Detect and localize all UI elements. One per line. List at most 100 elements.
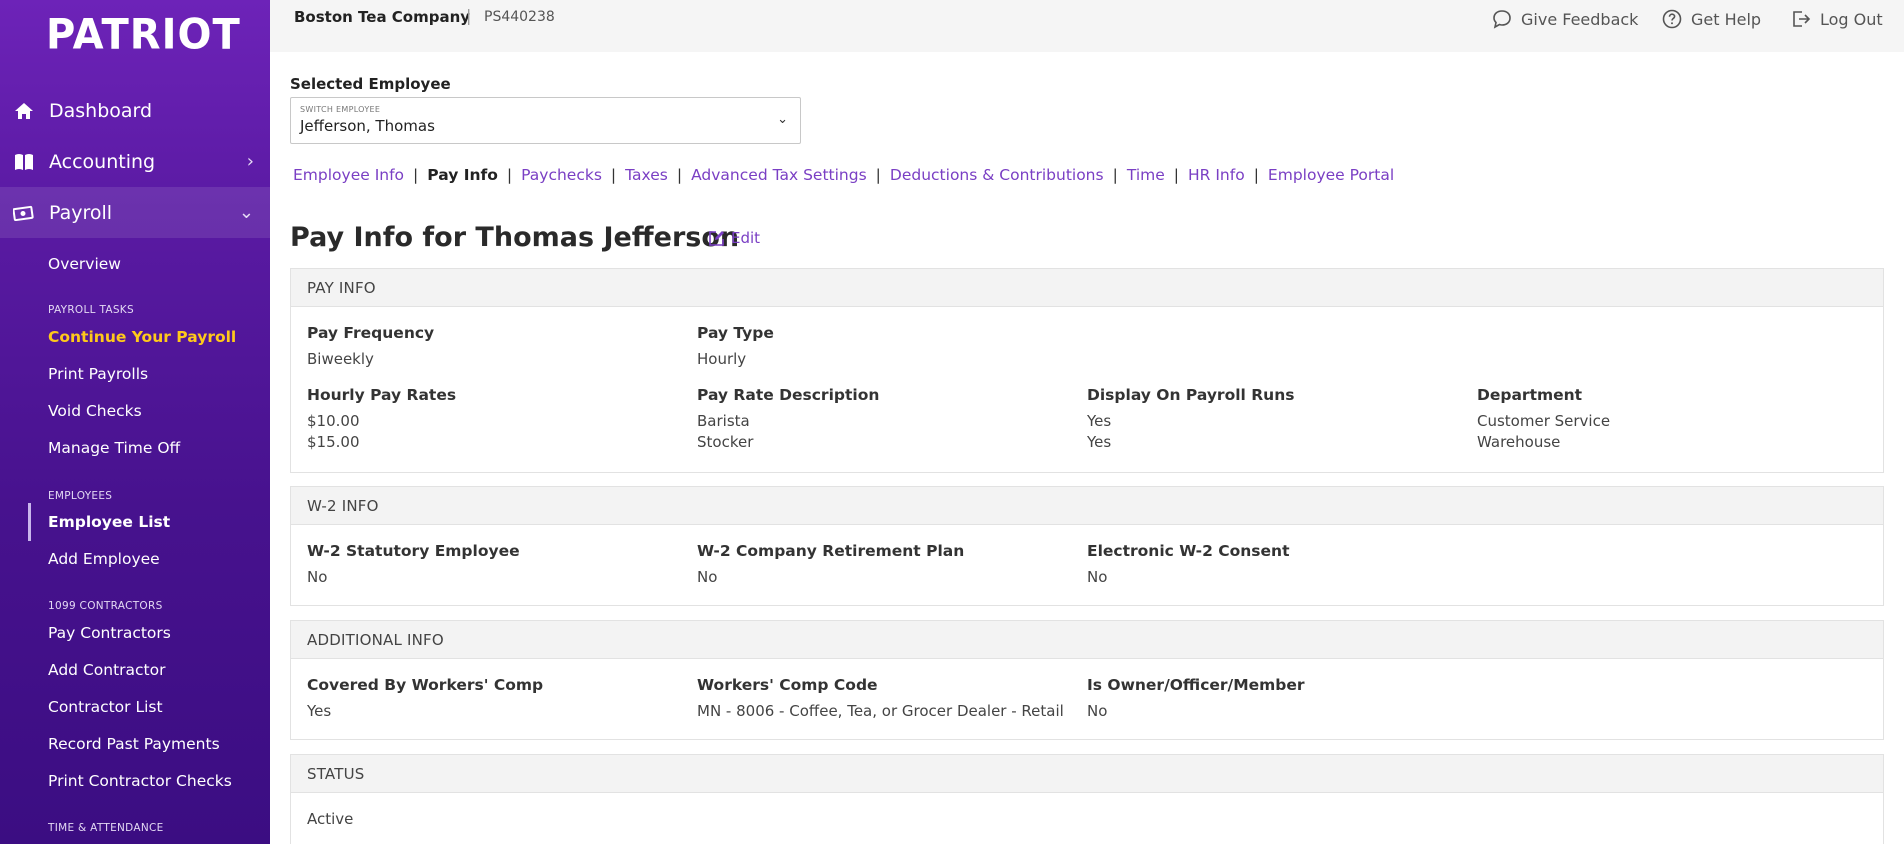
edit-button[interactable]: Edit: [708, 229, 760, 247]
nav-print-payrolls[interactable]: Print Payrolls: [48, 365, 148, 383]
tab-hr-info[interactable]: HR Info: [1188, 166, 1245, 184]
switch-employee-select[interactable]: SWITCH EMPLOYEE Jefferson, Thomas ⌄: [290, 97, 801, 144]
sidebar: PATRIOT Dashboard Accounting › Payroll ⌄…: [0, 0, 270, 844]
pay-rate-description-values: Barista Stocker: [697, 411, 879, 453]
pay-rate-description-value: Stocker: [697, 433, 754, 451]
nav-add-contractor[interactable]: Add Contractor: [48, 661, 165, 679]
log-out-label: Log Out: [1820, 9, 1883, 29]
owner-officer-field: Is Owner/Officer/Member No: [1087, 676, 1305, 722]
nav-dashboard-label: Dashboard: [49, 99, 153, 122]
workers-comp-label: Covered By Workers' Comp: [307, 676, 544, 694]
pay-info-header: PAY INFO: [291, 269, 1883, 307]
employee-tabs: Employee Info | Pay Info | Paychecks | T…: [293, 166, 1394, 184]
department-field: Department Customer Service Warehouse: [1477, 386, 1610, 453]
nav-contractor-list[interactable]: Contractor List: [48, 698, 163, 716]
owner-officer-value: No: [1087, 702, 1108, 720]
company-id: PS440238: [484, 9, 555, 25]
nav-add-employee[interactable]: Add Employee: [48, 550, 160, 568]
workers-comp-field: Covered By Workers' Comp Yes: [307, 676, 543, 722]
nav-payroll-label: Payroll: [49, 201, 113, 224]
patriot-logo[interactable]: PATRIOT: [46, 11, 241, 59]
tab-deductions-contributions[interactable]: Deductions & Contributions: [890, 166, 1104, 184]
nav-dashboard[interactable]: Dashboard: [0, 85, 270, 136]
pay-info-card: PAY INFO Pay Frequency Biweekly Pay Type…: [290, 268, 1884, 473]
switch-employee-value: Jefferson, Thomas: [300, 117, 435, 135]
additional-info-header: ADDITIONAL INFO: [291, 621, 1883, 659]
display-on-payroll-runs-values: Yes Yes: [1087, 411, 1294, 453]
chevron-down-icon: ⌄: [238, 202, 254, 223]
chevron-down-icon: ⌄: [777, 112, 788, 127]
selected-employee-label: Selected Employee: [290, 75, 451, 93]
section-employees: EMPLOYEES: [48, 490, 113, 502]
pay-rate-description-label: Pay Rate Description: [697, 386, 880, 404]
give-feedback-link[interactable]: Give Feedback: [1492, 9, 1638, 29]
book-icon: [13, 151, 35, 173]
company-name: Boston Tea Company: [294, 8, 471, 26]
w2-consent-label: Electronic W-2 Consent: [1087, 542, 1290, 560]
display-on-payroll-runs-value: Yes: [1087, 433, 1112, 451]
tab-pay-info[interactable]: Pay Info: [427, 166, 498, 184]
nav-continue-payroll[interactable]: Continue Your Payroll: [48, 328, 236, 346]
additional-info-card: ADDITIONAL INFO Covered By Workers' Comp…: [290, 620, 1884, 740]
w2-info-card: W-2 INFO W-2 Statutory Employee No W-2 C…: [290, 486, 1884, 606]
department-value: Customer Service: [1477, 412, 1611, 430]
section-time-attendance: TIME & ATTENDANCE: [48, 822, 164, 834]
tab-advanced-tax-settings[interactable]: Advanced Tax Settings: [691, 166, 867, 184]
edit-icon: [709, 230, 724, 246]
tab-separator: |: [506, 166, 513, 184]
nav-accounting-label: Accounting: [49, 150, 156, 173]
w2-retirement-field: W-2 Company Retirement Plan No: [697, 542, 964, 588]
status-value: Active: [307, 810, 354, 828]
w2-statutory-label: W-2 Statutory Employee: [307, 542, 520, 560]
current-indicator: [28, 503, 31, 541]
status-header: STATUS: [291, 755, 1883, 793]
nav-overview[interactable]: Overview: [48, 255, 121, 273]
nav-payroll[interactable]: Payroll ⌄: [0, 187, 270, 238]
money-icon: [13, 202, 35, 224]
status-field: Active: [307, 809, 353, 830]
w2-retirement-value: No: [697, 568, 718, 586]
nav-accounting[interactable]: Accounting ›: [0, 136, 270, 187]
chevron-right-icon: ›: [246, 151, 254, 172]
give-feedback-label: Give Feedback: [1521, 9, 1639, 29]
nav-employee-list[interactable]: Employee List: [48, 513, 170, 531]
logout-icon: [1793, 11, 1811, 27]
tab-employee-info[interactable]: Employee Info: [293, 166, 404, 184]
nav-manage-time-off[interactable]: Manage Time Off: [48, 439, 180, 457]
nav-print-contractor-checks[interactable]: Print Contractor Checks: [48, 772, 232, 790]
tab-paychecks[interactable]: Paychecks: [521, 166, 602, 184]
company-separator: |: [466, 6, 472, 25]
log-out-link[interactable]: Log Out: [1791, 9, 1883, 29]
tab-time[interactable]: Time: [1127, 166, 1165, 184]
tab-separator: |: [610, 166, 617, 184]
w2-consent-field: Electronic W-2 Consent No: [1087, 542, 1290, 588]
w2-retirement-label: W-2 Company Retirement Plan: [697, 542, 965, 560]
edit-label: Edit: [731, 229, 761, 247]
pay-rate-description-value: Barista: [697, 412, 750, 430]
display-on-payroll-runs-label: Display On Payroll Runs: [1087, 386, 1295, 404]
tab-separator: |: [413, 166, 419, 184]
w2-statutory-value: No: [307, 568, 328, 586]
switch-employee-small-label: SWITCH EMPLOYEE: [300, 105, 381, 114]
pay-type-label: Pay Type: [697, 324, 774, 342]
tab-taxes[interactable]: Taxes: [625, 166, 668, 184]
pay-frequency-label: Pay Frequency: [307, 324, 435, 342]
nav-void-checks[interactable]: Void Checks: [48, 402, 142, 420]
get-help-label: Get Help: [1691, 9, 1762, 29]
page-title: Pay Info for Thomas Jefferson: [290, 222, 740, 253]
department-values: Customer Service Warehouse: [1477, 411, 1610, 453]
workers-comp-code-label: Workers' Comp Code: [697, 676, 878, 694]
workers-comp-value: Yes: [307, 702, 332, 720]
nav-record-past-payments[interactable]: Record Past Payments: [48, 735, 220, 753]
workers-comp-code-value: MN - 8006 - Coffee, Tea, or Grocer Deale…: [697, 702, 1064, 720]
tab-employee-portal[interactable]: Employee Portal: [1268, 166, 1394, 184]
tab-separator: |: [1253, 166, 1259, 184]
display-on-payroll-runs-field: Display On Payroll Runs Yes Yes: [1087, 386, 1294, 453]
nav-pay-contractors[interactable]: Pay Contractors: [48, 624, 171, 642]
workers-comp-code-field: Workers' Comp Code MN - 8006 - Coffee, T…: [697, 676, 1064, 722]
top-bar: Boston Tea Company | PS440238 Give Feedb…: [270, 0, 1904, 52]
pay-type-field: Pay Type Hourly: [697, 324, 774, 370]
get-help-link[interactable]: Get Help: [1662, 9, 1761, 29]
department-label: Department: [1477, 386, 1583, 404]
section-payroll-tasks: PAYROLL TASKS: [48, 304, 134, 316]
